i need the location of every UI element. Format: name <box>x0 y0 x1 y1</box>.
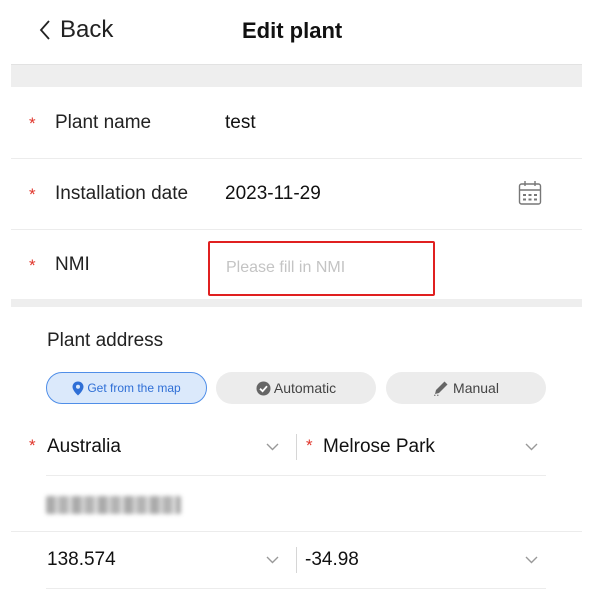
nmi-field-highlight <box>208 241 435 296</box>
installation-date-label: Installation date <box>55 183 189 204</box>
check-circle-icon <box>256 381 271 395</box>
manual-button[interactable]: Manual <box>386 372 546 404</box>
installation-date-row: * Installation date 2023-11-29 <box>11 159 582 230</box>
section-divider <box>11 299 582 307</box>
divider <box>46 588 546 589</box>
plant-address-label: Plant address <box>47 330 164 351</box>
longitude-select[interactable]: 138.574 <box>47 549 116 571</box>
chevron-down-icon[interactable] <box>266 443 279 451</box>
calendar-icon[interactable] <box>518 180 542 211</box>
required-marker: * <box>29 256 36 275</box>
country-select[interactable]: Australia <box>47 436 121 458</box>
get-from-map-button[interactable]: Get from the map <box>46 372 207 404</box>
required-marker: * <box>29 436 36 455</box>
required-marker: * <box>29 185 36 204</box>
chevron-down-icon[interactable] <box>525 443 538 451</box>
chevron-left-icon <box>39 20 50 40</box>
manual-label: Manual <box>453 380 499 396</box>
pencil-icon <box>434 381 448 396</box>
plant-name-label: Plant name <box>55 112 152 133</box>
required-marker: * <box>306 436 313 455</box>
region-select-row: * Australia * Melrose Park <box>0 420 598 476</box>
location-pin-icon <box>72 381 84 395</box>
column-divider <box>296 434 297 460</box>
chevron-down-icon[interactable] <box>525 556 538 564</box>
automatic-button[interactable]: Automatic <box>216 372 376 404</box>
section-divider <box>11 64 582 87</box>
divider <box>46 475 546 476</box>
nmi-label: NMI <box>55 254 90 275</box>
column-divider <box>296 547 297 573</box>
back-button[interactable]: Back <box>38 16 113 44</box>
get-from-map-label: Get from the map <box>87 381 181 395</box>
plant-name-input[interactable]: test <box>225 112 256 134</box>
street-address-redacted[interactable] <box>46 496 181 514</box>
back-label: Back <box>60 16 114 43</box>
suburb-select[interactable]: Melrose Park <box>323 436 435 458</box>
installation-date-field[interactable]: 2023-11-29 <box>225 183 321 205</box>
plant-name-row: * Plant name test <box>11 88 582 159</box>
page-title: Edit plant <box>242 18 343 43</box>
required-marker: * <box>29 114 36 133</box>
coordinates-row: 138.574 -34.98 <box>0 532 598 588</box>
chevron-down-icon[interactable] <box>266 556 279 564</box>
latitude-select[interactable]: -34.98 <box>305 549 359 571</box>
automatic-label: Automatic <box>273 380 337 396</box>
nmi-row: * NMI <box>11 230 582 300</box>
nmi-input[interactable] <box>224 258 428 278</box>
